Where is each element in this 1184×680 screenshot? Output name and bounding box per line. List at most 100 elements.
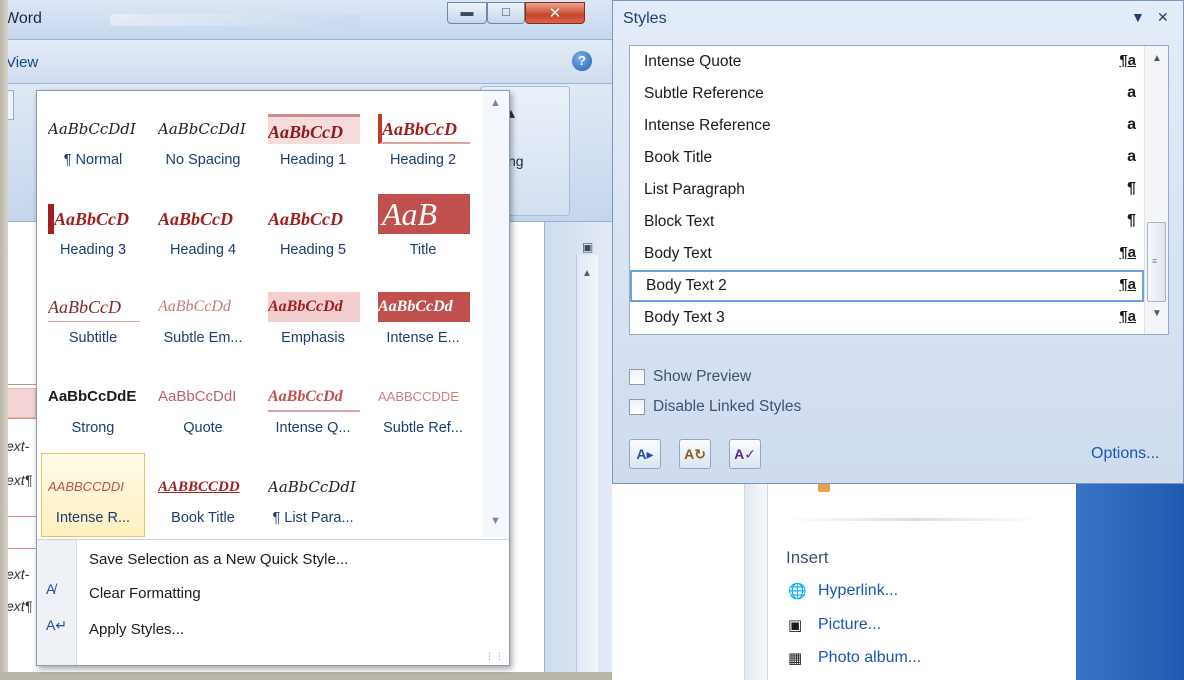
style-item-subtle-reference[interactable]: Subtle Reference a [630,78,1144,110]
style-tile-heading-2[interactable]: AaBbCcD Heading 2 [371,95,475,179]
linked-style-icon: ¶a [1119,308,1136,325]
style-preview: AaBbCcDdI [158,388,237,405]
quick-styles-gallery: AaBbCcDdI ¶ Normal AaBbCcDdI No Spacing … [36,90,510,666]
word-title: Word [4,10,42,27]
section-divider [786,518,1042,521]
paragraph-style-icon: ¶ [1127,212,1136,229]
style-tile-list-paragraph[interactable]: AaBbCcDdI ¶ List Para... [261,453,365,537]
style-tile-heading-1[interactable]: AaBbCcD Heading 1 [261,95,365,179]
style-preview: AaBbCcDd [268,382,360,412]
style-item-book-title[interactable]: Book Title a [630,142,1144,174]
styles-list-scrollbar[interactable]: ▲ ≡ ▼ [1144,46,1168,334]
style-tile-intense-reference[interactable]: AABBCCDDI Intense R... [41,453,145,537]
style-preview: AaBbCcD [158,209,234,229]
style-preview: AaBbCcDdI [268,478,356,496]
gallery-separator [37,539,509,540]
style-tile-book-title[interactable]: AABBCCDD Book Title [151,453,255,537]
style-tile-title[interactable]: AaB Title [371,185,475,269]
disable-linked-styles-checkbox[interactable] [629,399,645,415]
picture-link[interactable]: Picture... [818,616,881,634]
pane-close-icon[interactable]: ✕ [1157,9,1169,26]
new-style-button[interactable]: A▸ [629,439,661,469]
style-tile-label: Book Title [171,510,235,526]
style-item-block-text[interactable]: Block Text ¶ [630,206,1144,238]
style-item-body-text-3[interactable]: Body Text 3 ¶a [630,302,1144,334]
close-window-button[interactable]: ✕ [525,2,585,24]
gallery-scroll-up-icon[interactable]: ▲ [490,97,501,109]
style-preview: AABBCCDDI [48,479,124,494]
linked-style-icon: ¶a [1119,276,1136,293]
clear-formatting-item[interactable]: Clear Formatting [89,585,201,602]
style-item-body-text-2[interactable]: Body Text 2 ¶a [630,270,1144,302]
save-quick-style-item[interactable]: Save Selection as a New Quick Style... [89,551,348,568]
style-tile-label: Heading 1 [279,152,347,168]
style-item-intense-quote[interactable]: Intense Quote ¶a [630,46,1144,78]
help-icon[interactable]: ? [572,51,592,71]
apply-styles-icon: A↵ [46,617,68,633]
style-tile-no-spacing[interactable]: AaBbCcDdI No Spacing [151,95,255,179]
character-style-icon: a [1127,116,1136,133]
style-tile-subtitle[interactable]: AaBbCcD Subtitle [41,273,145,357]
styles-pane: Styles ▼ ✕ Intense Quote ¶a Subtle Refer… [612,0,1184,484]
style-inspector-icon: A↻ [684,446,706,462]
style-tile-intense-quote[interactable]: AaBbCcDd Intense Q... [261,363,365,447]
style-tile-quote[interactable]: AaBbCcDdI Quote [151,363,255,447]
show-preview-checkbox[interactable] [629,369,645,385]
style-tile-label: Quote [183,420,223,436]
document-scrollbar[interactable] [576,255,598,680]
minimize-button[interactable]: ▬ [447,2,487,24]
style-tile-strong[interactable]: AaBbCcDdE Strong [41,363,145,447]
styles-list: Intense Quote ¶a Subtle Reference a Inte… [629,45,1169,335]
list-scroll-thumb[interactable]: ≡ [1147,222,1166,302]
style-item-label: Body Text 2 [646,277,727,294]
style-preview: AABBCCDDE [378,389,459,404]
maximize-icon: □ [502,4,510,19]
options-link[interactable]: Options... [1091,445,1159,463]
close-icon: ✕ [548,5,562,22]
manage-styles-button[interactable]: A✓ [729,439,761,469]
style-tile-normal[interactable]: AaBbCcDdI ¶ Normal [41,95,145,179]
style-tile-intense-emphasis[interactable]: AaBbCcDd Intense E... [371,273,475,357]
style-tile-label: Strong [71,420,115,436]
list-scroll-up-icon[interactable]: ▲ [1152,53,1162,64]
maximize-button[interactable]: □ [487,2,525,24]
style-item-list-paragraph[interactable]: List Paragraph ¶ [630,174,1144,206]
insert-heading: Insert [786,548,829,567]
style-item-label: List Paragraph [644,181,745,198]
style-tile-label: Subtle Em... [163,330,243,346]
scroll-up-icon[interactable]: ▲ [578,268,596,284]
style-preview: AaBbCcD [378,114,470,144]
style-item-label: Intense Reference [644,117,771,134]
style-tile-heading-5[interactable]: AaBbCcD Heading 5 [261,185,365,269]
photo-album-icon: ▦ [788,650,803,667]
doc-text-fragment: ext- [6,566,30,582]
gallery-scroll-down-icon[interactable]: ▼ [490,515,501,527]
doc-text-fragment: ext¶ [6,472,33,488]
menu-icon-column [37,540,77,665]
style-tile-subtle-emphasis[interactable]: AaBbCcDd Subtle Em... [151,273,255,357]
style-tile-label: Subtitle [68,330,118,346]
tab-view[interactable]: View [6,54,38,71]
style-item-body-text[interactable]: Body Text ¶a [630,238,1144,270]
split-view-icon[interactable]: ▣ [582,240,593,254]
gallery-scrollbar[interactable]: ▲ ▼ [483,91,509,537]
picture-icon: ▣ [788,617,803,634]
photo-album-link[interactable]: Photo album... [818,649,921,667]
style-tile-emphasis[interactable]: AaBbCcDd Emphasis [261,273,365,357]
style-tile-heading-4[interactable]: AaBbCcD Heading 4 [151,185,255,269]
resize-grip-icon[interactable]: ⋮⋮ [485,651,505,662]
list-scroll-down-icon[interactable]: ▼ [1152,308,1162,319]
hyperlink-icon: 🌐 [788,583,807,600]
apply-styles-item[interactable]: Apply Styles... [89,621,184,638]
window-frame-left [0,0,8,680]
style-tile-label: Intense Q... [275,420,351,436]
character-style-icon: a [1127,148,1136,165]
linked-style-icon: ¶a [1119,52,1136,69]
style-inspector-button[interactable]: A↻ [679,439,711,469]
style-item-intense-reference[interactable]: Intense Reference a [630,110,1144,142]
style-tile-label: Subtle Ref... [383,420,463,436]
style-tile-subtle-reference[interactable]: AABBCCDDE Subtle Ref... [371,363,475,447]
style-tile-heading-3[interactable]: AaBbCcD Heading 3 [41,185,145,269]
hyperlink-link[interactable]: Hyperlink... [818,582,898,600]
pane-menu-icon[interactable]: ▼ [1131,9,1145,25]
